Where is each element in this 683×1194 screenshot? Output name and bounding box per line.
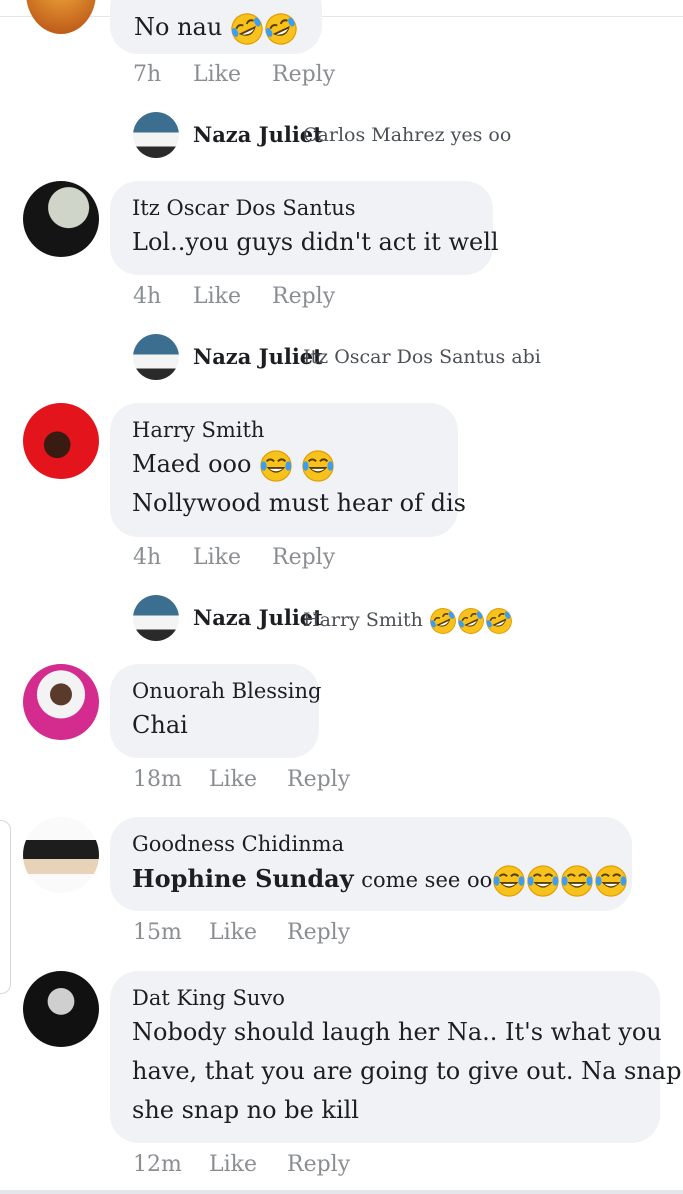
like-link[interactable]: Like [209, 767, 257, 792]
timestamp: 7h [133, 62, 162, 87]
rolling-on-floor-laughing-emoji-icon [457, 607, 485, 635]
timestamp: 4h [133, 545, 162, 570]
rolling-on-floor-laughing-emoji-icon [264, 12, 298, 46]
comment-bubble: Dat King Suvo Nobody should laugh her Na… [110, 971, 682, 1143]
rolling-on-floor-laughing-emoji-icon [429, 607, 457, 635]
comment-bubble: No nau [110, 0, 322, 54]
comment-bubble: Harry Smith Maed ooo Nollywood must hear… [110, 403, 466, 537]
timestamp: 4h [133, 284, 162, 309]
reply-link[interactable]: Reply [272, 545, 335, 570]
comment-text: Nobody should laugh her Na.. It's what y… [132, 1018, 662, 1046]
reply-text: Harry Smith [303, 607, 513, 635]
divider [0, 1190, 683, 1194]
reply-link[interactable]: Reply [287, 767, 350, 792]
avatar[interactable] [23, 664, 99, 740]
like-link[interactable]: Like [193, 62, 241, 87]
comment-text: Nollywood must hear of dis [132, 489, 466, 517]
comment-author[interactable]: Harry Smith [132, 415, 436, 445]
avatar[interactable] [23, 181, 99, 257]
comment-text: Chai [132, 711, 188, 739]
reply-text: Itz Oscar Dos Santus abi [303, 346, 541, 368]
left-panel-edge [0, 820, 11, 994]
comment-bubble: Goodness Chidinma Hophine Sunday come se… [110, 817, 632, 911]
face-with-tears-of-joy-emoji-icon [492, 864, 526, 898]
face-with-tears-of-joy-emoji-icon [259, 449, 293, 483]
reply-link[interactable]: Reply [272, 62, 335, 87]
timestamp: 12m [133, 1152, 182, 1177]
comment-text: Lol..you guys didn't act it well [132, 228, 499, 256]
comments-thread: No nau 7h Like Reply Naza Juliet Carlos … [0, 0, 683, 1194]
comment-author[interactable]: Goodness Chidinma [132, 829, 610, 859]
like-link[interactable]: Like [209, 1152, 257, 1177]
face-with-tears-of-joy-emoji-icon [301, 449, 335, 483]
reply-link[interactable]: Reply [272, 284, 335, 309]
comment-text: No nau [134, 8, 298, 47]
rolling-on-floor-laughing-emoji-icon [230, 12, 264, 46]
comment-text: she snap no be kill [132, 1096, 359, 1124]
mention-link[interactable]: Hophine Sunday [132, 864, 354, 893]
avatar[interactable] [23, 403, 99, 479]
reply-link[interactable]: Reply [287, 1152, 350, 1177]
comment-bubble: Itz Oscar Dos Santus Lol..you guys didn'… [110, 181, 499, 275]
avatar[interactable] [133, 334, 179, 380]
face-with-tears-of-joy-emoji-icon [526, 864, 560, 898]
rolling-on-floor-laughing-emoji-icon [485, 607, 513, 635]
face-with-tears-of-joy-emoji-icon [594, 864, 628, 898]
avatar[interactable] [23, 971, 99, 1047]
comment-author[interactable]: Itz Oscar Dos Santus [132, 193, 471, 223]
comment-bubble: Onuorah Blessing Chai [110, 664, 321, 758]
comment-text: Maed ooo [132, 445, 436, 484]
face-with-tears-of-joy-emoji-icon [560, 864, 594, 898]
comment-author[interactable]: Onuorah Blessing [132, 676, 321, 706]
avatar[interactable] [23, 817, 99, 893]
like-link[interactable]: Like [209, 920, 257, 945]
comment-text: Hophine Sunday come see oo [132, 859, 610, 900]
timestamp: 18m [133, 767, 182, 792]
divider [0, 16, 683, 17]
avatar[interactable] [26, 0, 96, 34]
avatar[interactable] [133, 112, 179, 158]
avatar[interactable] [133, 595, 179, 641]
reply-link[interactable]: Reply [287, 920, 350, 945]
comment-author[interactable]: Dat King Suvo [132, 983, 638, 1013]
reply-text: Carlos Mahrez yes oo [303, 124, 512, 146]
like-link[interactable]: Like [193, 284, 241, 309]
timestamp: 15m [133, 920, 182, 945]
comment-text: have, that you are going to give out. Na… [132, 1057, 682, 1085]
like-link[interactable]: Like [193, 545, 241, 570]
